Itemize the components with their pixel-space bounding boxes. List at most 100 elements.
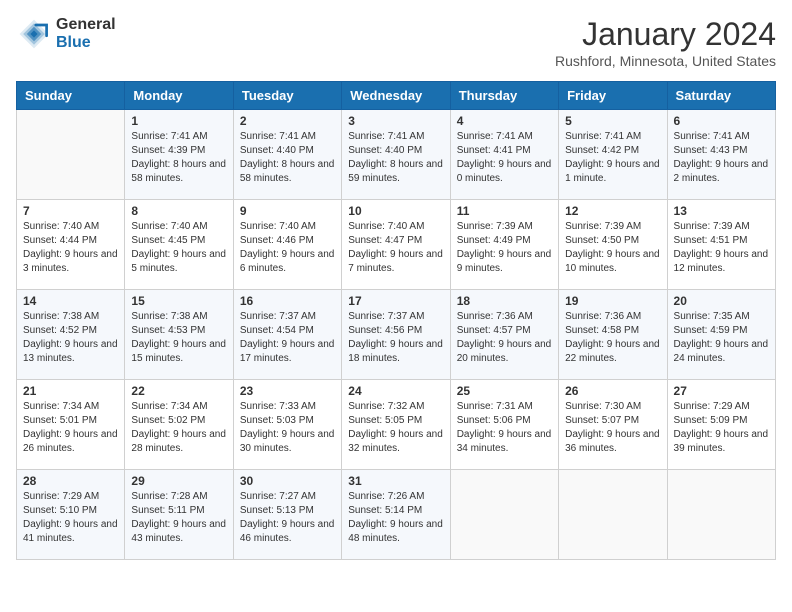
- calendar-cell: 9 Sunrise: 7:40 AM Sunset: 4:46 PM Daylig…: [233, 200, 341, 290]
- day-info: Sunrise: 7:41 AM Sunset: 4:40 PM Dayligh…: [348, 130, 443, 186]
- logo: General Blue: [16, 16, 116, 52]
- day-info: Sunrise: 7:41 AM Sunset: 4:43 PM Dayligh…: [674, 130, 769, 186]
- day-info: Sunrise: 7:33 AM Sunset: 5:03 PM Dayligh…: [240, 400, 335, 456]
- day-number: 28: [23, 474, 118, 488]
- calendar-cell: 12Sunrise: 7:39 AM Sunset: 4:50 PM Dayli…: [559, 200, 667, 290]
- calendar-cell: [450, 470, 558, 560]
- day-info: Sunrise: 7:37 AM Sunset: 4:56 PM Dayligh…: [348, 310, 443, 366]
- col-header-tuesday: Tuesday: [233, 82, 341, 110]
- calendar-cell: 8 Sunrise: 7:40 AM Sunset: 4:45 PM Daylig…: [125, 200, 233, 290]
- calendar-cell: 10Sunrise: 7:40 AM Sunset: 4:47 PM Dayli…: [342, 200, 450, 290]
- col-header-wednesday: Wednesday: [342, 82, 450, 110]
- calendar-cell: 22 Sunrise: 7:34 AM Sunset: 5:02 PM Dayli…: [125, 380, 233, 470]
- calendar-cell: 20Sunrise: 7:35 AM Sunset: 4:59 PM Dayli…: [667, 290, 775, 380]
- calendar-week-row: 7 Sunrise: 7:40 AM Sunset: 4:44 PM Daylig…: [17, 200, 776, 290]
- calendar-cell: 1 Sunrise: 7:41 AM Sunset: 4:39 PM Daylig…: [125, 110, 233, 200]
- calendar-cell: 23 Sunrise: 7:33 AM Sunset: 5:03 PM Dayli…: [233, 380, 341, 470]
- calendar-cell: 26Sunrise: 7:30 AM Sunset: 5:07 PM Dayli…: [559, 380, 667, 470]
- calendar-week-row: 1 Sunrise: 7:41 AM Sunset: 4:39 PM Daylig…: [17, 110, 776, 200]
- day-number: 4: [457, 114, 552, 128]
- day-info: Sunrise: 7:34 AM Sunset: 5:01 PM Dayligh…: [23, 400, 118, 456]
- month-title: January 2024: [555, 16, 776, 53]
- page-header: General Blue January 2024 Rushford, Minn…: [16, 16, 776, 69]
- col-header-monday: Monday: [125, 82, 233, 110]
- calendar-cell: 13 Sunrise: 7:39 AM Sunset: 4:51 PM Dayli…: [667, 200, 775, 290]
- logo-text: General Blue: [56, 16, 116, 52]
- calendar-cell: 19Sunrise: 7:36 AM Sunset: 4:58 PM Dayli…: [559, 290, 667, 380]
- day-number: 1: [131, 114, 226, 128]
- calendar-cell: 7 Sunrise: 7:40 AM Sunset: 4:44 PM Daylig…: [17, 200, 125, 290]
- day-number: 7: [23, 204, 118, 218]
- day-info: Sunrise: 7:29 AM Sunset: 5:10 PM Dayligh…: [23, 490, 118, 546]
- day-number: 8: [131, 204, 226, 218]
- logo-icon: [16, 16, 52, 52]
- day-info: Sunrise: 7:39 AM Sunset: 4:51 PM Dayligh…: [674, 220, 769, 276]
- day-info: Sunrise: 7:37 AM Sunset: 4:54 PM Dayligh…: [240, 310, 335, 366]
- day-info: Sunrise: 7:31 AM Sunset: 5:06 PM Dayligh…: [457, 400, 552, 456]
- day-number: 23: [240, 384, 335, 398]
- day-info: Sunrise: 7:34 AM Sunset: 5:02 PM Dayligh…: [131, 400, 226, 456]
- day-info: Sunrise: 7:41 AM Sunset: 4:42 PM Dayligh…: [565, 130, 660, 186]
- day-number: 27: [674, 384, 769, 398]
- day-number: 18: [457, 294, 552, 308]
- col-header-thursday: Thursday: [450, 82, 558, 110]
- day-number: 31: [348, 474, 443, 488]
- day-number: 21: [23, 384, 118, 398]
- day-number: 2: [240, 114, 335, 128]
- day-number: 19: [565, 294, 660, 308]
- calendar-week-row: 14 Sunrise: 7:38 AM Sunset: 4:52 PM Dayli…: [17, 290, 776, 380]
- day-info: Sunrise: 7:39 AM Sunset: 4:49 PM Dayligh…: [457, 220, 552, 276]
- day-info: Sunrise: 7:39 AM Sunset: 4:50 PM Dayligh…: [565, 220, 660, 276]
- day-number: 24: [348, 384, 443, 398]
- calendar-cell: 15Sunrise: 7:38 AM Sunset: 4:53 PM Dayli…: [125, 290, 233, 380]
- day-number: 5: [565, 114, 660, 128]
- col-header-saturday: Saturday: [667, 82, 775, 110]
- day-number: 14: [23, 294, 118, 308]
- calendar-cell: 27Sunrise: 7:29 AM Sunset: 5:09 PM Dayli…: [667, 380, 775, 470]
- calendar-week-row: 28 Sunrise: 7:29 AM Sunset: 5:10 PM Dayli…: [17, 470, 776, 560]
- day-number: 11: [457, 204, 552, 218]
- day-number: 3: [348, 114, 443, 128]
- day-info: Sunrise: 7:27 AM Sunset: 5:13 PM Dayligh…: [240, 490, 335, 546]
- day-info: Sunrise: 7:40 AM Sunset: 4:46 PM Dayligh…: [240, 220, 335, 276]
- calendar-cell: 18 Sunrise: 7:36 AM Sunset: 4:57 PM Dayli…: [450, 290, 558, 380]
- calendar-header-row: SundayMondayTuesdayWednesdayThursdayFrid…: [17, 82, 776, 110]
- logo-general: General: [56, 16, 116, 34]
- day-number: 16: [240, 294, 335, 308]
- day-number: 13: [674, 204, 769, 218]
- calendar-cell: 24 Sunrise: 7:32 AM Sunset: 5:05 PM Dayli…: [342, 380, 450, 470]
- day-info: Sunrise: 7:40 AM Sunset: 4:44 PM Dayligh…: [23, 220, 118, 276]
- day-info: Sunrise: 7:38 AM Sunset: 4:52 PM Dayligh…: [23, 310, 118, 366]
- calendar-cell: 31Sunrise: 7:26 AM Sunset: 5:14 PM Dayli…: [342, 470, 450, 560]
- calendar-cell: 2 Sunrise: 7:41 AM Sunset: 4:40 PM Daylig…: [233, 110, 341, 200]
- day-number: 20: [674, 294, 769, 308]
- day-info: Sunrise: 7:28 AM Sunset: 5:11 PM Dayligh…: [131, 490, 226, 546]
- day-number: 9: [240, 204, 335, 218]
- calendar-cell: [667, 470, 775, 560]
- day-number: 30: [240, 474, 335, 488]
- calendar-cell: 5 Sunrise: 7:41 AM Sunset: 4:42 PM Daylig…: [559, 110, 667, 200]
- day-info: Sunrise: 7:30 AM Sunset: 5:07 PM Dayligh…: [565, 400, 660, 456]
- calendar-table: SundayMondayTuesdayWednesdayThursdayFrid…: [16, 81, 776, 560]
- calendar-cell: 25 Sunrise: 7:31 AM Sunset: 5:06 PM Dayli…: [450, 380, 558, 470]
- calendar-cell: 29 Sunrise: 7:28 AM Sunset: 5:11 PM Dayli…: [125, 470, 233, 560]
- day-info: Sunrise: 7:41 AM Sunset: 4:39 PM Dayligh…: [131, 130, 226, 186]
- calendar-cell: [559, 470, 667, 560]
- calendar-cell: 3 Sunrise: 7:41 AM Sunset: 4:40 PM Daylig…: [342, 110, 450, 200]
- col-header-friday: Friday: [559, 82, 667, 110]
- location: Rushford, Minnesota, United States: [555, 53, 776, 69]
- day-info: Sunrise: 7:32 AM Sunset: 5:05 PM Dayligh…: [348, 400, 443, 456]
- calendar-cell: 28 Sunrise: 7:29 AM Sunset: 5:10 PM Dayli…: [17, 470, 125, 560]
- day-number: 25: [457, 384, 552, 398]
- title-block: January 2024 Rushford, Minnesota, United…: [555, 16, 776, 69]
- day-number: 29: [131, 474, 226, 488]
- calendar-cell: 16 Sunrise: 7:37 AM Sunset: 4:54 PM Dayli…: [233, 290, 341, 380]
- calendar-cell: 14 Sunrise: 7:38 AM Sunset: 4:52 PM Dayli…: [17, 290, 125, 380]
- day-number: 10: [348, 204, 443, 218]
- calendar-cell: 4Sunrise: 7:41 AM Sunset: 4:41 PM Daylig…: [450, 110, 558, 200]
- day-info: Sunrise: 7:36 AM Sunset: 4:57 PM Dayligh…: [457, 310, 552, 366]
- day-info: Sunrise: 7:40 AM Sunset: 4:45 PM Dayligh…: [131, 220, 226, 276]
- day-info: Sunrise: 7:41 AM Sunset: 4:40 PM Dayligh…: [240, 130, 335, 186]
- day-number: 22: [131, 384, 226, 398]
- logo-blue: Blue: [56, 34, 116, 52]
